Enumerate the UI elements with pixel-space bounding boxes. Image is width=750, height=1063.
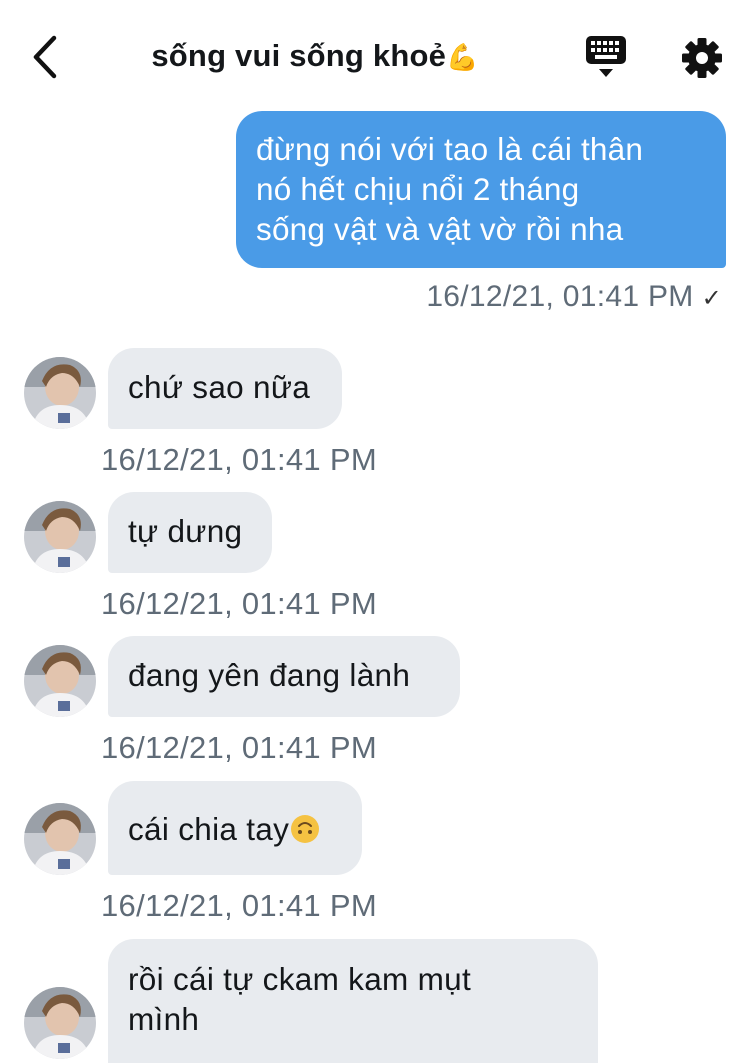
message-text: cái chia tay bbox=[128, 811, 290, 847]
received-message-timestamp: 16/12/21, 01:41 PM bbox=[101, 730, 377, 765]
flexed-biceps-emoji: 💪 bbox=[446, 42, 479, 72]
conversation-title: sống vui sống khoẻ💪 bbox=[0, 38, 630, 74]
gear-icon bbox=[682, 38, 722, 78]
message-line: sống vật và vật vờ rồi nha bbox=[256, 211, 624, 247]
message-line: đừng nói với tao là cái thân bbox=[256, 131, 644, 167]
avatar-photo bbox=[24, 987, 96, 1059]
message-text: tự dưng bbox=[128, 513, 243, 549]
received-message-timestamp: 16/12/21, 01:41 PM bbox=[101, 442, 377, 477]
avatar[interactable] bbox=[24, 987, 96, 1059]
message-text: chứ sao nữa bbox=[128, 369, 311, 405]
avatar-photo bbox=[24, 357, 96, 429]
received-message-bubble[interactable]: rồi cái tự ckam kam mụt mình bbox=[108, 939, 598, 1063]
received-message-timestamp: 16/12/21, 01:41 PM bbox=[101, 888, 377, 923]
received-message-bubble[interactable]: tự dưng bbox=[108, 492, 272, 573]
avatar[interactable] bbox=[24, 501, 96, 573]
sent-message-bubble[interactable]: đừng nói với tao là cái thân nó hết chịu… bbox=[236, 111, 726, 268]
received-message-bubble[interactable]: chứ sao nữa bbox=[108, 348, 342, 429]
avatar[interactable] bbox=[24, 803, 96, 875]
keyboard-button[interactable] bbox=[584, 34, 628, 80]
message-line: mình bbox=[128, 1001, 200, 1037]
avatar-photo bbox=[24, 803, 96, 875]
avatar[interactable] bbox=[24, 645, 96, 717]
timestamp-text: 16/12/21, 01:41 PM bbox=[426, 280, 694, 313]
received-message-bubble[interactable]: cái chia tay bbox=[108, 781, 362, 875]
sent-message-timestamp: 16/12/21, 01:41 PM ✓ bbox=[426, 280, 722, 314]
message-text: đang yên đang lành bbox=[128, 657, 411, 693]
settings-button[interactable] bbox=[680, 36, 724, 80]
received-message-timestamp: 16/12/21, 01:41 PM bbox=[101, 586, 377, 621]
message-line: rồi cái tự ckam kam mụt bbox=[128, 961, 472, 997]
avatar[interactable] bbox=[24, 357, 96, 429]
conversation-header: sống vui sống khoẻ💪 bbox=[0, 0, 750, 112]
avatar-photo bbox=[24, 501, 96, 573]
conversation-title-text: sống vui sống khoẻ bbox=[151, 38, 447, 73]
avatar-photo bbox=[24, 645, 96, 717]
keyboard-icon bbox=[586, 36, 626, 77]
upside-down-face-emoji bbox=[291, 815, 320, 843]
sent-check-icon: ✓ bbox=[701, 285, 722, 312]
message-line: nó hết chịu nổi 2 tháng bbox=[256, 171, 580, 207]
received-message-bubble[interactable]: đang yên đang lành bbox=[108, 636, 460, 717]
